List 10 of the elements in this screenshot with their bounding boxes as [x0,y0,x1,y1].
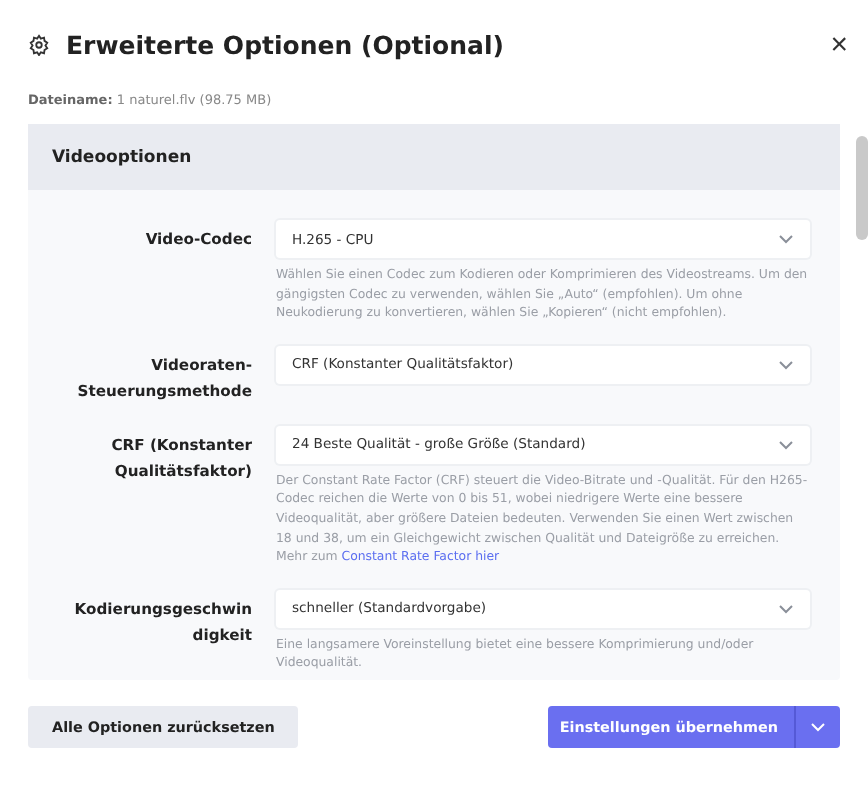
settings-icon [28,33,50,55]
chevron-down-icon [810,721,826,732]
chevron-down-icon [778,603,794,614]
dialog-title: Erweiterte Optionen (Optional) [66,29,506,59]
chevron-down-icon [778,439,794,450]
section-title: Videooptionen [52,147,192,167]
chevron-down-icon [778,359,794,370]
scrollbar[interactable] [856,136,868,240]
chevron-down-icon [778,234,794,244]
close-button[interactable]: × [830,29,848,59]
